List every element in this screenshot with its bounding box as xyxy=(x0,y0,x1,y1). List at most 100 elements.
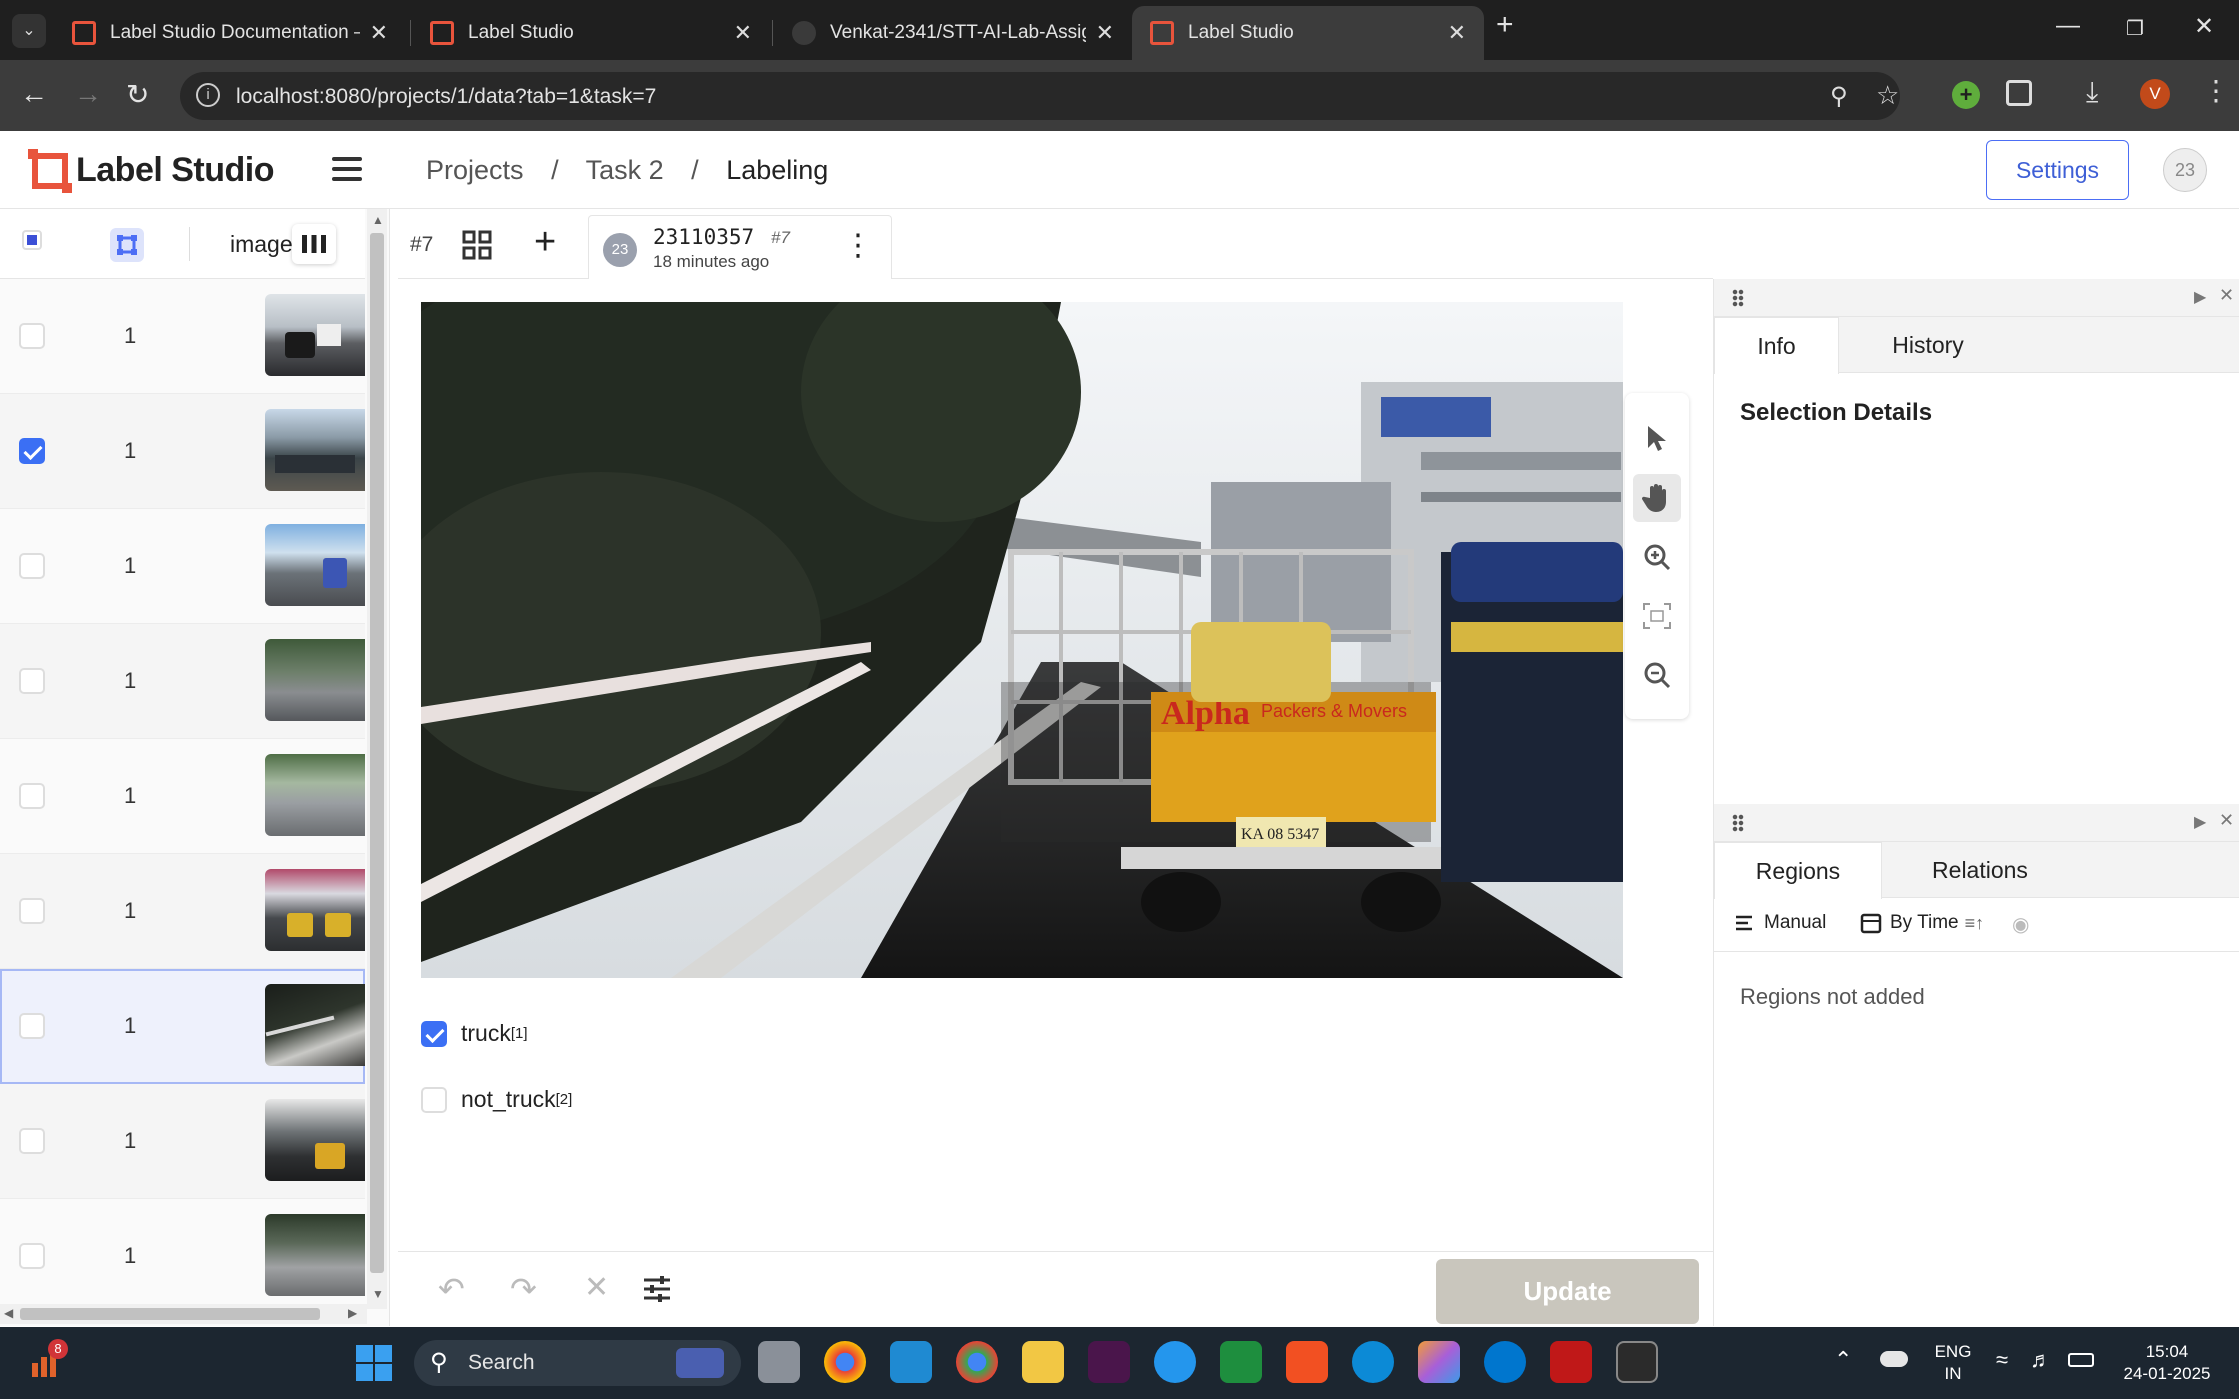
task-row[interactable]: 1 xyxy=(0,1199,365,1314)
wifi-icon[interactable]: ≈ xyxy=(1996,1347,2008,1373)
manual-sort-button[interactable]: Manual xyxy=(1734,912,1826,934)
browser-tab-label-studio-active[interactable]: Label Studio ✕ xyxy=(1132,6,1484,60)
scrollbar-thumb[interactable] xyxy=(370,233,384,1273)
site-info-icon[interactable]: i xyxy=(196,83,220,107)
pan-tool-hand-icon[interactable] xyxy=(1633,474,1681,522)
task-row-checkbox[interactable] xyxy=(19,1243,45,1269)
task-row-checkbox[interactable] xyxy=(19,1128,45,1154)
annotation-tab[interactable]: 23 23110357 #7 18 minutes ago ⋮ xyxy=(588,215,892,279)
regions-panel-header[interactable]: ▶ ✕ xyxy=(1714,804,2239,842)
extensions-puzzle-icon[interactable] xyxy=(2006,80,2032,106)
language-indicator[interactable]: ENG IN xyxy=(1930,1341,1976,1385)
not-truck-checkbox[interactable] xyxy=(421,1086,447,1113)
chrome-profile-icon[interactable] xyxy=(824,1341,866,1383)
annotation-menu-icon[interactable]: ⋮ xyxy=(843,228,873,263)
zoom-icon[interactable]: ⚲ xyxy=(1830,82,1848,111)
task-view-icon[interactable] xyxy=(758,1341,800,1383)
info-panel-header[interactable]: ▶ ✕ xyxy=(1714,279,2239,317)
dell-icon[interactable] xyxy=(1484,1341,1526,1383)
tab-history[interactable]: History xyxy=(1840,317,2016,373)
by-time-sort-button[interactable]: By Time ≡↑ xyxy=(1860,912,1984,934)
task-list-scrollbar[interactable]: ▲ ▼ xyxy=(367,209,387,1309)
onedrive-icon[interactable] xyxy=(1880,1351,1908,1367)
drag-handle-icon[interactable] xyxy=(1732,289,1744,307)
close-tab-icon[interactable]: ✕ xyxy=(1096,20,1114,46)
volume-icon[interactable]: ♬ xyxy=(2030,1347,2052,1373)
task-row[interactable]: 1 xyxy=(0,509,365,624)
forward-icon[interactable]: → xyxy=(74,78,102,110)
collapse-panel-icon[interactable]: ✕ xyxy=(2219,285,2234,306)
clock[interactable]: 15:04 24-01-2025 xyxy=(2112,1341,2222,1385)
close-tab-icon[interactable]: ✕ xyxy=(734,20,752,46)
browser-tab-label-studio-1[interactable]: Label Studio ✕ xyxy=(412,6,770,60)
tab-search-button[interactable]: ⌄ xyxy=(12,14,46,48)
task-row[interactable]: 1 xyxy=(0,279,365,394)
copilot-icon[interactable] xyxy=(1418,1341,1460,1383)
show-hidden-icons-icon[interactable]: ⌃ xyxy=(1834,1347,1852,1373)
browser-menu-icon[interactable]: ⋮ xyxy=(2202,74,2230,107)
choice-not-truck[interactable]: not_truck [2] xyxy=(421,1086,572,1113)
annotations-column-icon[interactable] xyxy=(110,228,144,262)
undo-icon[interactable]: ↶ xyxy=(438,1270,465,1308)
mcafee-icon[interactable] xyxy=(1550,1341,1592,1383)
fit-to-screen-icon[interactable] xyxy=(1633,592,1681,640)
task-row-checkbox[interactable] xyxy=(19,898,45,924)
address-bar[interactable]: i localhost:8080/projects/1/data?tab=1&t… xyxy=(180,72,1900,120)
redo-icon[interactable]: ↷ xyxy=(510,1270,537,1308)
close-tab-icon[interactable]: ✕ xyxy=(1448,20,1466,46)
expand-panel-icon[interactable]: ▶ xyxy=(2194,812,2206,832)
start-windows-icon[interactable] xyxy=(356,1345,392,1386)
task-row-checkbox[interactable] xyxy=(19,553,45,579)
new-tab-icon[interactable]: + xyxy=(1496,8,1514,42)
browser-tab-docs[interactable]: Label Studio Documentation — ✕ xyxy=(54,6,406,60)
battery-icon[interactable] xyxy=(2068,1353,2094,1367)
back-icon[interactable]: ← xyxy=(20,78,48,110)
add-annotation-icon[interactable]: + xyxy=(534,221,556,264)
tab-info[interactable]: Info xyxy=(1714,317,1839,374)
expand-panel-icon[interactable]: ▶ xyxy=(2194,287,2206,307)
taskbar-search[interactable]: ⚲ Search xyxy=(414,1340,741,1386)
slack-icon[interactable] xyxy=(1088,1341,1130,1383)
tab-relations[interactable]: Relations xyxy=(1882,842,2078,898)
user-avatar[interactable]: 23 xyxy=(2163,148,2207,192)
grid-view-icon[interactable] xyxy=(462,230,492,265)
task-row-checkbox[interactable] xyxy=(19,668,45,694)
vscode-icon[interactable] xyxy=(890,1341,932,1383)
sort-direction-icon[interactable]: ≡↑ xyxy=(1965,913,1985,934)
task-row-checkbox[interactable] xyxy=(19,783,45,809)
task-row-checkbox[interactable] xyxy=(19,438,45,464)
task-row[interactable]: 1 xyxy=(0,739,365,854)
edge-icon[interactable] xyxy=(1352,1341,1394,1383)
download-icon[interactable]: ⤓ xyxy=(2086,76,2098,109)
classroom-icon[interactable] xyxy=(1220,1341,1262,1383)
settings-sliders-icon[interactable] xyxy=(642,1274,672,1309)
collapse-panel-icon[interactable]: ✕ xyxy=(2219,810,2234,831)
task-row[interactable]: 1 xyxy=(0,1084,365,1199)
file-explorer-icon[interactable] xyxy=(1022,1341,1064,1383)
task-row-checkbox[interactable] xyxy=(19,1013,45,1039)
visibility-eye-icon[interactable]: ◉ xyxy=(2012,912,2029,937)
chrome-icon[interactable] xyxy=(956,1341,998,1383)
select-tool-cursor-icon[interactable] xyxy=(1633,415,1681,463)
task-image[interactable]: Alpha Packers & Movers KA 08 5347 xyxy=(421,302,1623,978)
tab-regions[interactable]: Regions xyxy=(1714,842,1882,899)
image-column-header[interactable]: image xyxy=(230,231,293,258)
zoom-out-icon[interactable] xyxy=(1633,651,1681,699)
restore-window-icon[interactable]: ❐ xyxy=(2126,16,2144,41)
docker-icon[interactable] xyxy=(1154,1341,1196,1383)
task-row[interactable]: 1 xyxy=(0,624,365,739)
task-row-selected[interactable]: 1 xyxy=(0,969,365,1084)
microsoft-store-icon[interactable] xyxy=(1286,1341,1328,1383)
truck-checkbox[interactable] xyxy=(421,1020,447,1047)
menu-hamburger-icon[interactable] xyxy=(332,157,362,181)
browser-tab-github[interactable]: Venkat-2341/STT-AI-Lab-Assign ✕ xyxy=(774,6,1132,60)
bookmark-star-icon[interactable]: ☆ xyxy=(1876,80,1899,111)
task-row[interactable]: 1 xyxy=(0,854,365,969)
task-row-checkbox[interactable] xyxy=(19,323,45,349)
columns-toggle-icon[interactable] xyxy=(292,224,336,264)
update-button[interactable]: Update xyxy=(1436,1259,1699,1324)
settings-button[interactable]: Settings xyxy=(1986,140,2129,200)
task-row[interactable]: 1 xyxy=(0,394,365,509)
terminal-icon[interactable] xyxy=(1616,1341,1658,1383)
drag-handle-icon[interactable] xyxy=(1732,814,1744,832)
